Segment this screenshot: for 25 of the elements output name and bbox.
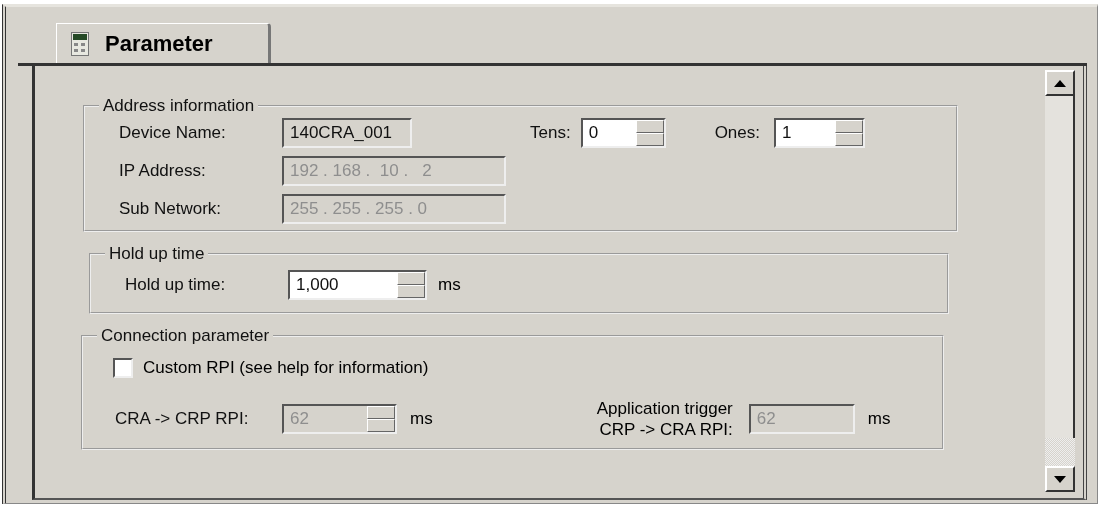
field-label: Sub Network: bbox=[119, 199, 223, 219]
unit-label: ms bbox=[410, 409, 433, 429]
scroll-up-button[interactable] bbox=[1045, 70, 1075, 96]
field-label: Hold up time: bbox=[125, 275, 227, 295]
field-label: CRA -> CRP RPI: bbox=[115, 409, 250, 429]
up-arrow-icon bbox=[1054, 79, 1066, 87]
scroll-down-button[interactable] bbox=[1045, 466, 1075, 492]
field-label: Device Name: bbox=[119, 123, 227, 143]
calculator-icon bbox=[71, 31, 89, 56]
scrollbar-thumb[interactable] bbox=[1045, 438, 1075, 466]
group-title: Address information bbox=[102, 96, 256, 116]
parameter-tab[interactable]: Parameter bbox=[56, 23, 271, 63]
unit-label: ms bbox=[867, 409, 891, 429]
field-label: Tens: bbox=[530, 123, 571, 143]
group-title: Connection parameter bbox=[100, 326, 271, 346]
text-field[interactable]: 140CRA_001 bbox=[282, 118, 412, 148]
group-title: Hold up time bbox=[108, 244, 206, 264]
unit-label: ms bbox=[438, 275, 461, 295]
field-label: Ones: bbox=[714, 123, 760, 143]
checkbox[interactable] bbox=[113, 358, 133, 378]
down-arrow-icon bbox=[1054, 475, 1066, 483]
field-label: IP Address: bbox=[119, 161, 207, 181]
field-label: Application trigger CRP -> CRA RPI: bbox=[596, 398, 733, 440]
checkbox-label: Custom RPI (see help for information) bbox=[143, 358, 429, 378]
scrollbar[interactable] bbox=[1045, 70, 1075, 492]
